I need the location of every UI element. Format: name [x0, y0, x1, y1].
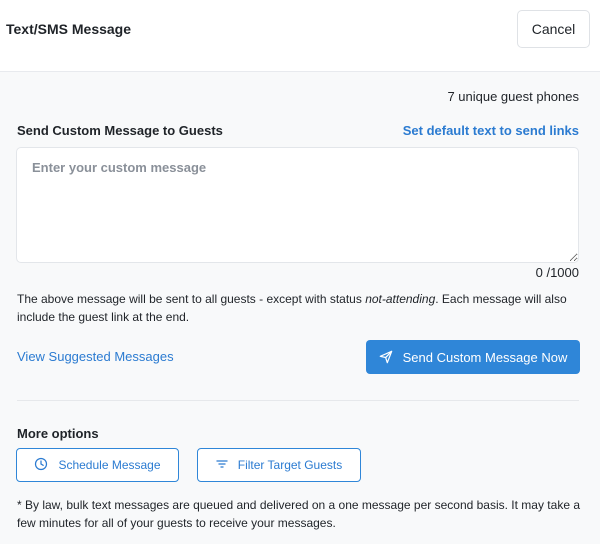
paper-plane-icon	[379, 350, 393, 364]
filter-target-guests-button[interactable]: Filter Target Guests	[197, 448, 361, 482]
section-divider	[17, 400, 579, 401]
filter-button-label: Filter Target Guests	[237, 458, 343, 472]
guest-phones-count: 7 unique guest phones	[447, 89, 579, 104]
custom-message-input[interactable]	[16, 147, 579, 263]
cancel-button[interactable]: Cancel	[517, 10, 590, 48]
send-button-label: Send Custom Message Now	[402, 349, 568, 365]
more-options-label: More options	[17, 426, 99, 441]
set-default-text-link[interactable]: Set default text to send links	[403, 123, 579, 138]
notice-status: not-attending	[365, 292, 436, 306]
dialog-title: Text/SMS Message	[6, 21, 132, 37]
delivery-footnote: * By law, bulk text messages are queued …	[17, 498, 580, 530]
send-custom-message-button[interactable]: Send Custom Message Now	[366, 340, 580, 374]
dialog-header: Text/SMS Message Cancel	[0, 0, 600, 72]
message-notice: The above message will be sent to all gu…	[17, 290, 583, 326]
schedule-button-label: Schedule Message	[58, 458, 161, 472]
view-suggested-messages-link[interactable]: View Suggested Messages	[17, 349, 174, 364]
notice-text-before: The above message will be sent to all gu…	[17, 292, 366, 306]
filter-icon	[216, 458, 228, 472]
clock-icon	[34, 457, 48, 474]
character-counter: 0 /1000	[535, 265, 579, 280]
schedule-message-button[interactable]: Schedule Message	[16, 448, 179, 482]
custom-message-label: Send Custom Message to Guests	[17, 123, 223, 138]
